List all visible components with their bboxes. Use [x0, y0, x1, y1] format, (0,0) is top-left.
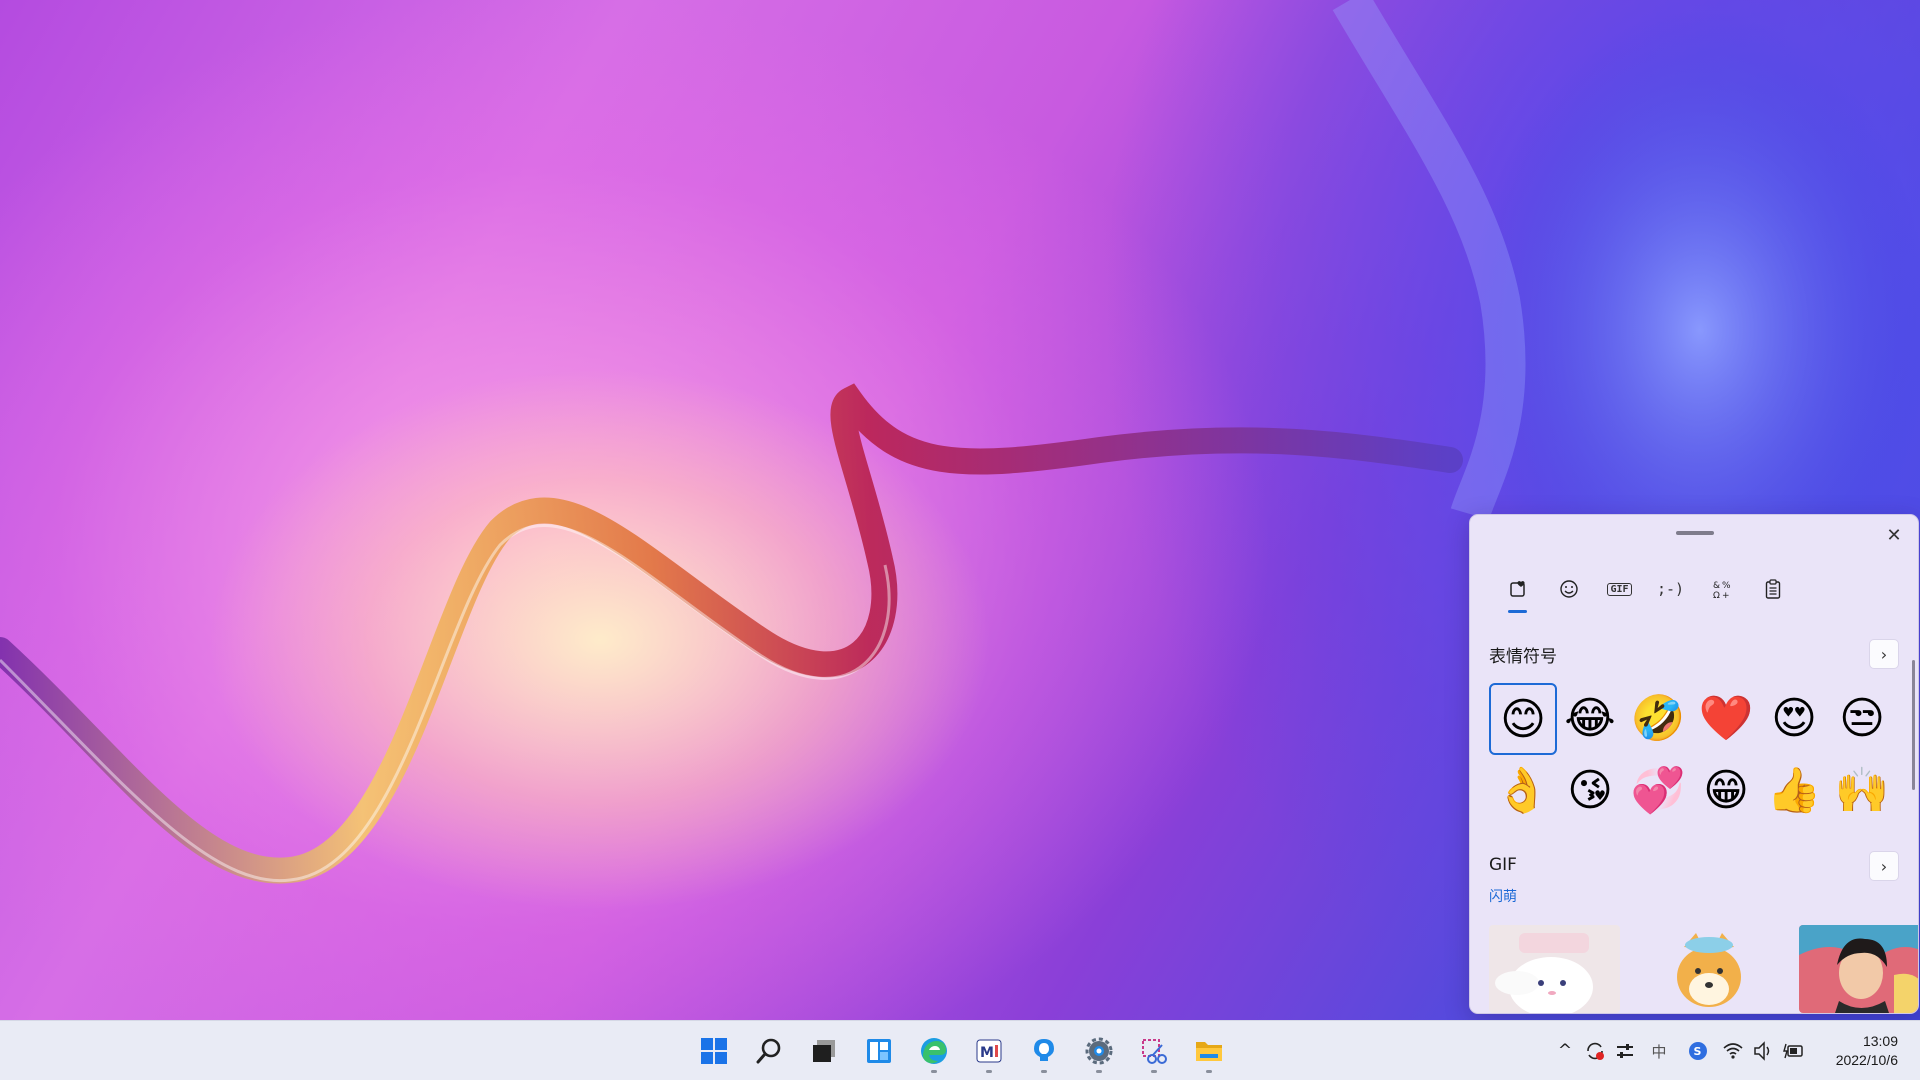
emoji-item[interactable]: 👍 — [1761, 755, 1827, 825]
running-indicator — [986, 1070, 992, 1073]
wifi-icon[interactable] — [1718, 1036, 1748, 1066]
search-button[interactable] — [745, 1027, 793, 1075]
tab-clipboard[interactable] — [1747, 569, 1798, 609]
running-indicator — [1041, 1070, 1047, 1073]
gif-thumbnail-shiba[interactable] — [1644, 925, 1775, 1013]
input-settings-icon[interactable] — [1610, 1036, 1640, 1066]
symbols-icon: & % Ω + — [1713, 581, 1731, 599]
snipping-tool-icon — [1142, 1039, 1167, 1064]
gif-provider-link[interactable]: 闪萌 — [1489, 886, 1517, 906]
clock-date: 2022/10/6 — [1835, 1052, 1898, 1068]
gif-thumbnail-person[interactable] — [1799, 925, 1918, 1013]
wifi-icon — [1723, 1043, 1743, 1059]
search-icon — [756, 1038, 781, 1064]
kaomoji-icon: ;-) — [1656, 580, 1685, 598]
gif-thumbnail-image — [1799, 925, 1918, 1013]
svg-text:&: & — [1713, 581, 1720, 591]
gif-section-title: GIF — [1489, 855, 1517, 875]
clock-time: 13:09 — [1862, 1033, 1898, 1049]
volume-icon — [1754, 1041, 1770, 1061]
language-icon: S — [1689, 1042, 1707, 1060]
snipping-tool-button[interactable] — [1130, 1027, 1178, 1075]
svg-text:Ω: Ω — [1713, 591, 1720, 599]
settings-button[interactable] — [1075, 1027, 1123, 1075]
system-tray: ^ 中 S 13:09 2022/10/6 — [1550, 1021, 1920, 1080]
smiley-icon — [1559, 580, 1578, 598]
svg-text:%: % — [1722, 581, 1731, 591]
start-button[interactable] — [690, 1027, 738, 1075]
taskbar-apps: M — [690, 1027, 1233, 1075]
task-view-button[interactable] — [800, 1027, 848, 1075]
gif-icon: GIF — [1607, 582, 1632, 596]
emoji-item[interactable]: 😂 — [1557, 683, 1623, 753]
tab-kaomoji[interactable]: ;-) — [1645, 569, 1696, 609]
panel-scrollbar[interactable] — [1912, 660, 1915, 790]
clock[interactable]: 13:09 2022/10/6 — [1808, 1032, 1920, 1070]
widgets-icon — [867, 1039, 891, 1063]
emoji-item[interactable]: ❤️ — [1693, 683, 1759, 753]
emoji-section-more-button[interactable]: › — [1869, 639, 1899, 669]
gif-thumbnail-image — [1644, 925, 1775, 1013]
panel-tabs: GIF ;-) & % Ω + — [1492, 569, 1798, 613]
ime-indicator[interactable]: 中 — [1640, 1036, 1678, 1066]
sliders-icon — [1617, 1044, 1633, 1058]
svg-text:M: M — [980, 1045, 994, 1061]
emoji-item[interactable]: 🤣 — [1625, 683, 1691, 753]
gif-thumbnail-cinnamoroll[interactable] — [1489, 925, 1620, 1013]
running-indicator — [1096, 1070, 1102, 1073]
emoji-section-title: 表情符号 — [1489, 647, 1557, 667]
gif-thumbnail-image — [1489, 925, 1620, 1013]
recent-heart-icon — [1509, 581, 1525, 597]
emoji-item[interactable]: 😘 — [1557, 755, 1623, 825]
mail-app-icon: M — [976, 1039, 1002, 1063]
emoji-grid: 😊 😂 🤣 ❤️ 😍 😒 👌 😘 💞 😁 👍 🙌 — [1489, 683, 1897, 827]
lightbulb-icon — [1034, 1039, 1054, 1061]
file-explorer-button[interactable] — [1185, 1027, 1233, 1075]
folder-icon — [1196, 1042, 1222, 1061]
sync-alert-icon — [1587, 1042, 1604, 1060]
svg-text:S: S — [1694, 1045, 1702, 1058]
battery-charging-icon — [1783, 1043, 1803, 1059]
taskbar: M ^ 中 S 13:09 2022/10/6 — [0, 1020, 1920, 1080]
emoji-item[interactable]: 👌 — [1489, 755, 1555, 825]
emoji-item[interactable]: 😊 — [1489, 683, 1557, 755]
task-view-icon — [813, 1040, 835, 1062]
running-indicator — [1151, 1070, 1157, 1073]
clipboard-icon — [1765, 579, 1780, 599]
tips-button[interactable] — [1020, 1027, 1068, 1075]
gear-icon — [1085, 1037, 1113, 1065]
sync-alert-icon[interactable] — [1580, 1036, 1610, 1066]
emoji-item[interactable]: 💞 — [1625, 755, 1691, 825]
running-indicator — [931, 1070, 937, 1073]
mail-button[interactable]: M — [965, 1027, 1013, 1075]
emoji-panel: ✕ GIF ;-) & % Ω + 表情符号 › 😊 😂 🤣 ❤️ 😍 😒 👌 … — [1469, 514, 1919, 1014]
show-hidden-icons-button[interactable]: ^ — [1550, 1036, 1580, 1066]
gif-thumbnails — [1489, 925, 1918, 1013]
tab-symbols[interactable]: & % Ω + — [1696, 569, 1747, 609]
volume-icon[interactable] — [1748, 1036, 1778, 1066]
svg-text:+: + — [1722, 591, 1730, 599]
emoji-item[interactable]: 😒 — [1829, 683, 1895, 753]
emoji-item[interactable]: 😍 — [1761, 683, 1827, 753]
gif-section-more-button[interactable]: › — [1869, 851, 1899, 881]
edge-icon — [921, 1038, 947, 1064]
battery-icon[interactable] — [1778, 1036, 1808, 1066]
tab-emoji[interactable] — [1543, 569, 1594, 609]
running-indicator — [1206, 1070, 1212, 1073]
panel-drag-handle[interactable] — [1676, 531, 1714, 535]
language-bar-icon[interactable]: S — [1678, 1036, 1718, 1066]
emoji-item[interactable]: 🙌 — [1829, 755, 1895, 825]
emoji-item[interactable]: 😁 — [1693, 755, 1759, 825]
close-button[interactable]: ✕ — [1880, 521, 1908, 549]
tab-gif[interactable]: GIF — [1594, 569, 1645, 609]
tab-recent[interactable] — [1492, 569, 1543, 613]
windows-logo-icon — [701, 1038, 727, 1064]
edge-button[interactable] — [910, 1027, 958, 1075]
widgets-button[interactable] — [855, 1027, 903, 1075]
